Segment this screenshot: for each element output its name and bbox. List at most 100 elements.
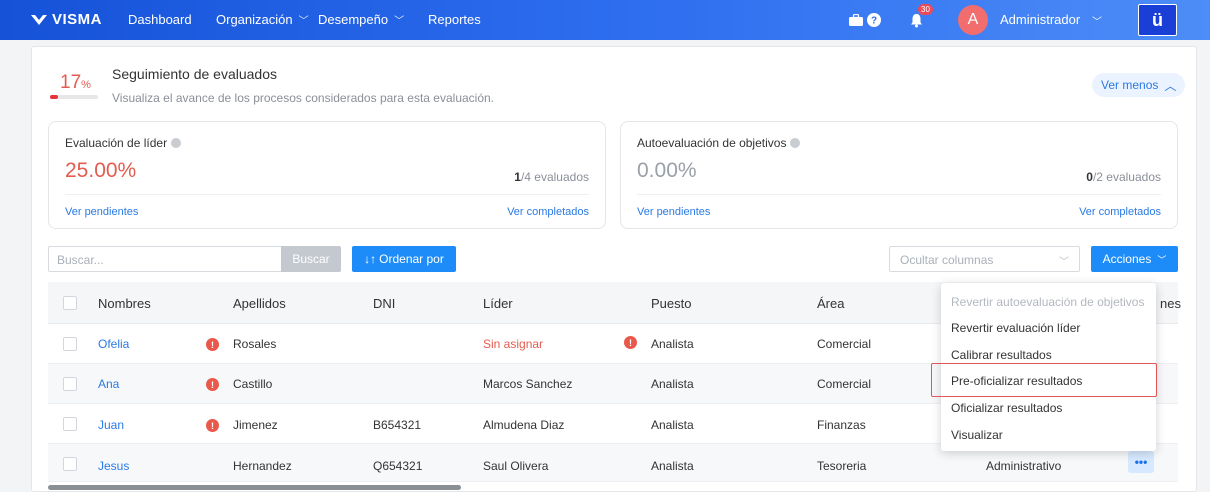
menu-item-revertir-autoevaluacion: Revertir autoevaluación de objetivos [951,295,1145,309]
row-puesto: Analista [651,418,694,432]
card-divider [65,194,589,195]
user-name[interactable]: Administrador [1000,12,1080,27]
avatar[interactable]: A [958,5,988,35]
menu-item-revertir-evaluacion-lider[interactable]: Revertir evaluación líder [951,321,1080,335]
nav-desempeno-label: Desempeño [318,12,389,27]
acciones-label: Acciones [1102,252,1152,266]
card-count-rest: /4 evaluados [520,170,589,184]
row-lider: Almudena Diaz [483,418,565,432]
row-puesto: Analista [651,459,694,473]
briefcase-icon[interactable] [847,11,865,29]
ver-menos-label: Ver menos [1101,78,1159,92]
column-header-apellidos[interactable]: Apellidos [233,296,286,311]
visma-logo[interactable]: VISMA [30,11,102,28]
app-switcher-button[interactable]: ü [1138,4,1177,36]
card-count: 0/2 evaluados [1086,170,1161,184]
warning-icon: ! [206,378,219,391]
chevron-down-icon: ﹀ [1059,257,1069,268]
card-count-done: 1 [514,170,521,184]
row-nombre[interactable]: Jesus [98,459,129,473]
hide-columns-placeholder: Ocultar columnas [900,253,994,267]
warning-icon: ! [206,338,219,351]
visma-logo-icon [31,14,47,25]
card-count-rest: /2 evaluados [1092,170,1161,184]
row-apellido: Rosales [233,337,277,351]
row-extra: Administrativo [986,459,1062,473]
card-evaluacion-lider: Evaluación de líder 25.00% 1/4 evaluados… [48,121,606,229]
info-icon[interactable] [790,138,801,148]
nav-organizacion-label: Organización [216,12,293,27]
nav-organizacion[interactable]: Organización ﹀ [216,12,309,27]
column-header-puesto[interactable]: Puesto [651,296,691,311]
card-autoevaluacion-objetivos: Autoevaluación de objetivos 0.00% 0/2 ev… [620,121,1178,229]
horizontal-scrollbar[interactable] [48,485,461,490]
row-area: Tesoreria [817,459,867,473]
menu-item-calibrar-resultados[interactable]: Calibrar resultados [951,348,1052,362]
row-checkbox[interactable] [63,377,77,391]
top-navbar: VISMA Dashboard Organización ﹀ Desempeño ﹀… [0,0,1210,40]
overall-percent-unit: % [81,79,91,91]
row-checkbox[interactable] [63,337,77,351]
chevron-down-icon[interactable]: ﹀ [1092,13,1102,28]
row-lider: Saul Olivera [483,459,549,473]
card-title: Autoevaluación de objetivos [637,136,801,150]
row-area: Finanzas [817,418,866,432]
ver-completados-link[interactable]: Ver completados [507,206,589,218]
card-count-done: 0 [1086,170,1093,184]
hide-columns-select[interactable]: Ocultar columnas ﹀ [889,246,1080,272]
svg-text:?: ? [871,16,877,27]
warning-icon: ! [624,336,637,349]
row-nombre[interactable]: Ofelia [98,337,129,351]
ver-pendientes-link[interactable]: Ver pendientes [637,206,710,218]
ver-completados-link[interactable]: Ver completados [1079,206,1161,218]
column-header-area[interactable]: Área [817,296,844,311]
nav-reportes[interactable]: Reportes [428,12,481,27]
nav-reportes-label: Reportes [428,12,481,27]
help-icon[interactable]: ? [865,11,883,29]
ver-pendientes-link[interactable]: Ver pendientes [65,206,138,218]
ver-menos-button[interactable]: Ver menos ︿ [1092,73,1186,97]
row-lider: Marcos Sanchez [483,377,573,391]
card-count: 1/4 evaluados [514,170,589,184]
card-value: 0.00% [637,159,697,182]
order-by-button[interactable]: ↓↑ Ordenar por [352,246,456,272]
row-apellido: Jimenez [233,418,278,432]
nav-desempeno[interactable]: Desempeño ﹀ [318,12,404,27]
row-apellido: Hernandez [233,459,292,473]
chevron-down-icon: ﹀ [1157,254,1167,265]
logo-text: VISMA [52,11,103,28]
row-puesto: Analista [651,377,694,391]
nav-dashboard-label: Dashboard [128,12,192,27]
column-header-lider[interactable]: Líder [483,296,513,311]
column-header-dni[interactable]: DNI [373,296,395,311]
column-header-nombres[interactable]: Nombres [98,296,151,311]
row-nombre[interactable]: Juan [98,418,124,432]
row-nombre[interactable]: Ana [98,377,119,391]
search-button[interactable]: Buscar [281,246,341,272]
nav-dashboard[interactable]: Dashboard [128,12,192,27]
row-dni: B654321 [373,418,422,432]
card-title-text: Autoevaluación de objetivos [637,136,787,150]
chevron-down-icon: ﹀ [298,16,309,27]
row-area: Comercial [817,377,872,391]
acciones-button[interactable]: Acciones ﹀ [1091,246,1178,272]
row-lider: Sin asignar [483,337,544,351]
chevron-down-icon: ﹀ [394,16,405,27]
tracking-title: Seguimiento de evaluados [112,66,278,82]
card-value: 25.00% [65,159,137,182]
info-icon[interactable] [171,138,182,148]
more-actions-icon[interactable]: ••• [1128,451,1154,473]
tracking-subtitle: Visualiza el avance de los procesos cons… [112,91,495,105]
search-input[interactable]: Buscar... [48,246,281,272]
chevron-up-icon: ︿ [1164,78,1177,93]
menu-item-visualizar[interactable]: Visualizar [951,428,1003,442]
card-title-text: Evaluación de líder [65,136,168,150]
menu-item-oficializar-resultados[interactable]: Oficializar resultados [951,401,1062,415]
row-checkbox[interactable] [63,457,77,471]
select-all-checkbox[interactable] [63,296,77,310]
column-header-acciones: nes [1160,296,1181,311]
row-area: Comercial [817,337,872,351]
sort-icon: ↓↑ [364,252,377,266]
row-checkbox[interactable] [63,417,77,431]
overall-progress-fill [50,95,59,99]
